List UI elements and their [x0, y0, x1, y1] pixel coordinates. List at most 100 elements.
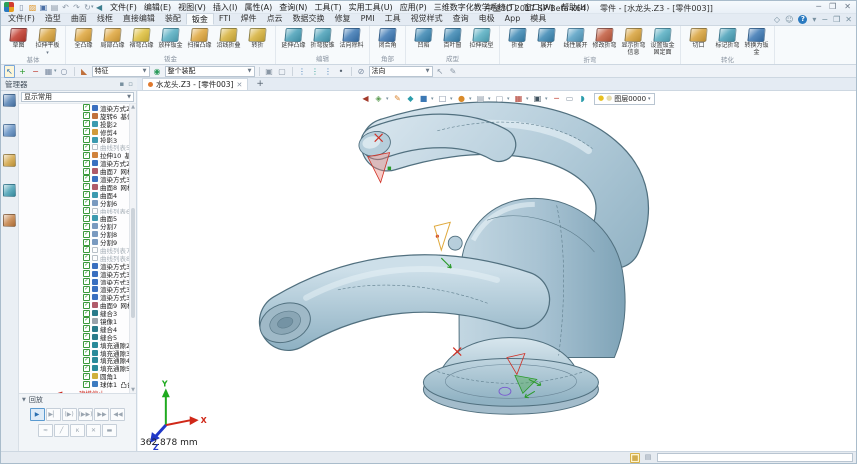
- feature-checkbox[interactable]: ✓: [83, 262, 90, 269]
- select-cursor-icon[interactable]: ↖: [4, 65, 15, 78]
- tree-item[interactable]: ✓镜像1: [19, 317, 136, 325]
- pick-filter-icon[interactable]: ▦: [43, 66, 54, 77]
- feature-checkbox[interactable]: ✓: [83, 183, 90, 190]
- ribbon-tab-inquire[interactable]: 查询: [448, 13, 474, 25]
- tree-item[interactable]: ✓投影3: [19, 136, 136, 144]
- play-to-marker-button[interactable]: ▶▏: [46, 408, 61, 421]
- tree-item[interactable]: ✓缝合5: [19, 333, 136, 341]
- close-button[interactable]: ✕: [844, 2, 851, 11]
- tree-item[interactable]: ✓曲线列表5: [19, 143, 136, 151]
- align-x-icon[interactable]: ⋮: [323, 66, 334, 77]
- feature-checkbox[interactable]: ✓: [83, 215, 90, 222]
- chevron-down-icon[interactable]: ▾: [488, 96, 492, 102]
- ribbon-button-close-corner[interactable]: 闭合角: [373, 27, 402, 50]
- scroll-up-icon[interactable]: ▲: [130, 104, 136, 110]
- scope-icon[interactable]: ◉: [152, 66, 163, 77]
- ribbon-tab-tools[interactable]: 工具: [380, 13, 406, 25]
- background-icon[interactable]: ▤: [475, 93, 486, 104]
- menu-item[interactable]: 实用工具(U): [345, 2, 396, 13]
- minimize-button[interactable]: ─: [816, 2, 821, 11]
- feature-checkbox[interactable]: ✓: [83, 246, 90, 253]
- menu-item[interactable]: 查询(N): [276, 2, 311, 13]
- feature-checkbox[interactable]: ✓: [83, 254, 90, 261]
- feature-checkbox[interactable]: ✓: [83, 278, 90, 285]
- prompt-toggle-icon[interactable]: ▦: [630, 453, 640, 463]
- view-manager-tab[interactable]: [3, 184, 16, 197]
- model-canvas[interactable]: Y X Z: [138, 91, 856, 451]
- menu-item[interactable]: 属性(A): [241, 2, 276, 13]
- tree-item[interactable]: ✓填充通隙3: [19, 349, 136, 357]
- chevron-down-icon[interactable]: ▾: [507, 96, 511, 102]
- viewport-layout-icon[interactable]: ▢: [494, 93, 505, 104]
- render-style-icon[interactable]: ●: [456, 93, 467, 104]
- tree-item[interactable]: ✓填充通隙2: [19, 341, 136, 349]
- tree-item[interactable]: ✓曲线列表7: [19, 246, 136, 254]
- menu-item[interactable]: 工具(T): [311, 2, 345, 13]
- scope-combo[interactable]: 整个装配▼: [165, 66, 255, 77]
- app-logo-icon[interactable]: [4, 2, 14, 12]
- tree-filter-combo[interactable]: 显示常用 ▼: [21, 92, 134, 102]
- save-icon[interactable]: ▣: [38, 3, 49, 12]
- ribbon-tab-electrode[interactable]: 电极: [474, 13, 500, 25]
- copy-icon[interactable]: ▣: [264, 66, 275, 77]
- ribbon-button-unfold[interactable]: 展开: [532, 27, 561, 50]
- chevron-down-icon[interactable]: ▾: [54, 68, 57, 74]
- tree-item[interactable]: ✓填充通隙4: [19, 357, 136, 365]
- feature-checkbox[interactable]: ✓: [83, 373, 90, 380]
- paste-icon[interactable]: ▢: [277, 66, 288, 77]
- feature-checkbox[interactable]: ✓: [83, 302, 90, 309]
- feature-checkbox[interactable]: ✓: [83, 310, 90, 317]
- maximize-button[interactable]: ❒: [829, 2, 836, 11]
- float-window-icon[interactable]: ❒: [833, 15, 840, 24]
- feature-checkbox[interactable]: ✓: [83, 160, 90, 167]
- ribbon-button-partial-flange[interactable]: 局部凸缘: [98, 27, 127, 50]
- chevron-down-icon[interactable]: ▾: [469, 96, 473, 102]
- feature-checkbox[interactable]: ✓: [83, 294, 90, 301]
- faucet-model[interactable]: [254, 122, 625, 414]
- new-tab-button[interactable]: +: [252, 79, 268, 90]
- tree-item[interactable]: ✓曲面9_网格: [19, 301, 136, 309]
- tree-item[interactable]: ✓缝合3: [19, 309, 136, 317]
- feature-checkbox[interactable]: ✓: [83, 168, 90, 175]
- tree-item[interactable]: ✓缝合4: [19, 325, 136, 333]
- insert-spline-button[interactable]: κ: [70, 424, 85, 437]
- ribbon-button-linear-unfold[interactable]: 线性展开: [561, 27, 590, 50]
- open-file-icon[interactable]: ▨: [27, 3, 38, 12]
- feature-checkbox[interactable]: ✓: [83, 231, 90, 238]
- tree-item[interactable]: ✓分割7: [19, 222, 136, 230]
- scroll-down-icon[interactable]: ▼: [130, 387, 136, 393]
- back-icon[interactable]: ◀: [94, 3, 105, 12]
- ribbon-button-fold[interactable]: 折叠: [503, 27, 532, 50]
- chevron-down-icon[interactable]: ▾: [526, 96, 530, 102]
- tree-scrollbar[interactable]: ▲▼: [129, 104, 136, 393]
- ribbon-button-extend-flange[interactable]: 延伸凸缘: [279, 27, 308, 50]
- feature-checkbox[interactable]: ✓: [83, 104, 90, 111]
- sketch-view-icon[interactable]: ✎: [392, 93, 403, 104]
- menu-item[interactable]: 视图(V): [175, 2, 210, 13]
- normal-combo[interactable]: 法向▼: [369, 66, 433, 77]
- display-settings-icon[interactable]: ▣: [532, 93, 543, 104]
- rewind-button[interactable]: ◀◀: [110, 408, 125, 421]
- step-group-button[interactable]: (▶▶): [78, 408, 94, 421]
- ribbon-caret-icon[interactable]: ▾: [812, 15, 816, 24]
- chevron-down-icon[interactable]: ▾: [386, 96, 390, 102]
- tree-item[interactable]: ✓修剪4: [19, 128, 136, 136]
- align-z-icon[interactable]: ⋮: [297, 66, 308, 77]
- feature-checkbox[interactable]: ✓: [83, 317, 90, 324]
- feature-checkbox[interactable]: ✓: [83, 341, 90, 348]
- feature-checkbox[interactable]: ✓: [83, 199, 90, 206]
- view-orientation-icon[interactable]: ◈: [373, 93, 384, 104]
- layer-manager-tab[interactable]: [3, 154, 16, 167]
- ribbon-button-jog[interactable]: 转折: [243, 27, 272, 50]
- ribbon-button-sketch[interactable]: 草图: [4, 27, 33, 50]
- remove-entity-icon[interactable]: −: [30, 66, 41, 77]
- layer-combo[interactable]: ●●图层0000▾: [594, 93, 655, 105]
- tree-item[interactable]: ✓曲线列表8: [19, 254, 136, 262]
- feature-checkbox[interactable]: ✓: [83, 286, 90, 293]
- menu-item[interactable]: 编辑(E): [140, 2, 174, 13]
- tree-item[interactable]: ✓分割8: [19, 230, 136, 238]
- ribbon-tab-app[interactable]: App: [500, 13, 526, 25]
- ribbon-button-convert-to-sheet-metal[interactable]: 转换为钣金: [742, 27, 771, 56]
- pick-point-icon[interactable]: ↖: [435, 66, 446, 77]
- tree-item[interactable]: ✓曲面4: [19, 191, 136, 199]
